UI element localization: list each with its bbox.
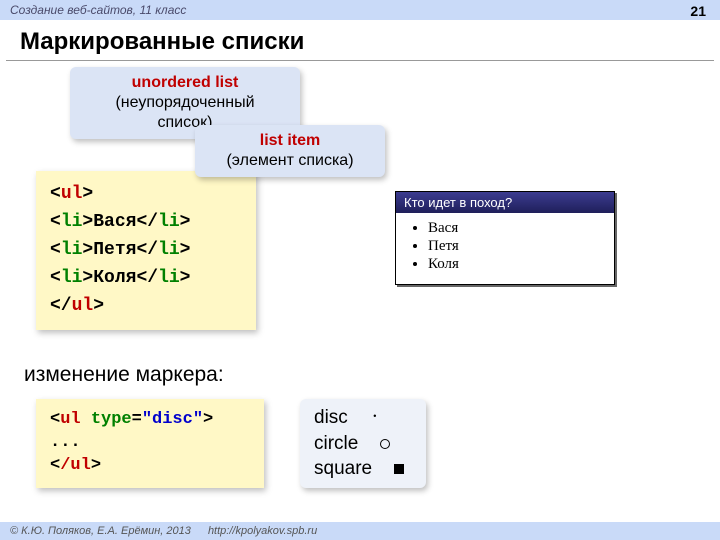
browser-titlebar: Кто идет в поход?: [396, 192, 614, 213]
marker-row-disc: disc •: [314, 405, 406, 431]
marker-row-circle: circle: [314, 431, 406, 457]
list-item: Петя: [428, 238, 604, 255]
list-item: Коля: [428, 256, 604, 273]
code-line: </ul>: [50, 293, 242, 321]
code-line: <ul>: [50, 181, 242, 209]
breadcrumb: Создание веб-сайтов, 11 класс 21: [0, 0, 720, 20]
square-icon: [392, 456, 406, 482]
marker-label: square: [314, 456, 372, 482]
translation-li: (элемент списка): [211, 151, 369, 171]
code-line: </ul>: [50, 455, 250, 478]
code-line: <li>Коля</li>: [50, 265, 242, 293]
disc-icon: •: [368, 410, 382, 422]
footer-link[interactable]: http://kpolyakov.spb.ru: [208, 525, 317, 537]
marker-types-box: disc • circle square: [300, 399, 426, 488]
subheading-marker-change: изменение маркера:: [24, 363, 224, 387]
content-area: unordered list (неупорядоченный список) …: [0, 61, 720, 501]
code-example-ul: <ul> <li>Вася</li> <li>Петя</li> <li>Кол…: [36, 171, 256, 330]
marker-row-square: square: [314, 456, 406, 482]
browser-preview: Кто идет в поход? Вася Петя Коля: [395, 191, 615, 285]
marker-label: circle: [314, 431, 358, 457]
term-li: list item: [211, 131, 369, 151]
crumb-text: Создание веб-сайтов, 11 класс: [10, 3, 186, 17]
code-line: <ul type="disc">: [50, 409, 250, 432]
list-item: Вася: [428, 220, 604, 237]
code-line: ...: [50, 432, 250, 455]
browser-body: Вася Петя Коля: [396, 213, 614, 284]
marker-label: disc: [314, 405, 348, 431]
callout-list-item: list item (элемент списка): [195, 125, 385, 177]
rendered-list: Вася Петя Коля: [406, 220, 604, 273]
copyright: © К.Ю. Поляков, Е.А. Ерёмин, 2013: [10, 525, 191, 537]
code-line: <li>Петя</li>: [50, 237, 242, 265]
term-ul: unordered list: [86, 73, 284, 93]
page-title: Маркированные списки: [6, 20, 714, 61]
footer: © К.Ю. Поляков, Е.А. Ерёмин, 2013 http:/…: [0, 522, 720, 540]
circle-icon: [378, 431, 392, 457]
page-number: 21: [690, 3, 706, 19]
code-example-type: <ul type="disc"> ... </ul>: [36, 399, 264, 488]
code-line: <li>Вася</li>: [50, 209, 242, 237]
